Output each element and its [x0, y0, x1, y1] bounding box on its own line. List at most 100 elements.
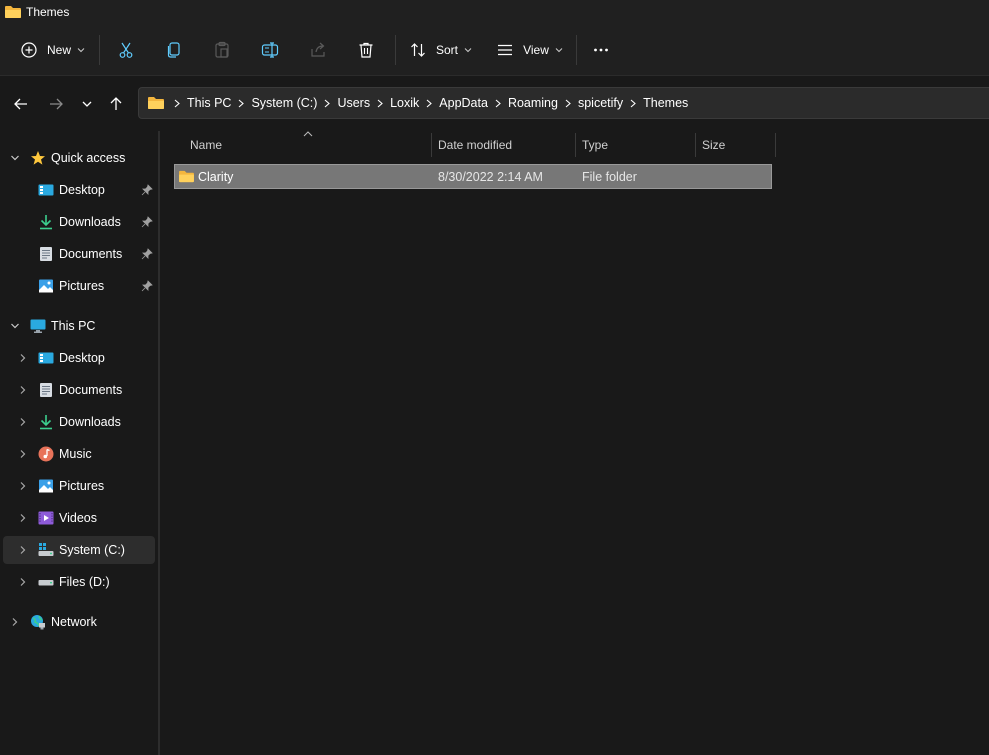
videos-icon [38, 511, 54, 525]
view-label: View [523, 43, 549, 57]
breadcrumb-loxik[interactable]: Loxik [390, 96, 419, 110]
title-bar: Themes [0, 0, 989, 24]
column-header-label: Date modified [438, 138, 513, 152]
chevron-right-icon[interactable] [18, 481, 28, 491]
pin-icon [141, 248, 153, 260]
cut-button[interactable] [110, 32, 142, 68]
toolbar-divider [395, 35, 396, 65]
chevron-right-icon[interactable] [18, 545, 28, 555]
column-divider[interactable] [695, 133, 696, 157]
sidebar-item-quick-desktop[interactable]: Desktop [3, 176, 155, 204]
chevron-right-icon [174, 99, 180, 107]
chevron-down-icon[interactable] [10, 153, 20, 163]
recent-locations-button[interactable] [76, 93, 98, 115]
back-button[interactable] [10, 93, 32, 115]
pictures-icon [39, 479, 53, 493]
sidebar-item-label: This PC [51, 319, 96, 333]
chevron-right-icon[interactable] [10, 617, 20, 627]
sidebar-item-label: Desktop [59, 351, 105, 365]
sidebar-item-network[interactable]: Network [3, 608, 155, 636]
column-divider[interactable] [775, 133, 776, 157]
arrow-left-icon [14, 98, 27, 110]
command-bar: New Sort View [0, 24, 989, 76]
chevron-down-icon[interactable] [10, 321, 20, 331]
pin-icon [141, 216, 153, 228]
chevron-right-icon[interactable] [238, 99, 245, 108]
sidebar-item-pc-music[interactable]: Music [3, 440, 155, 468]
breadcrumb-appdata[interactable]: AppData [439, 96, 488, 110]
cut-icon [116, 40, 136, 60]
sidebar-item-pc-desktop[interactable]: Desktop [3, 344, 155, 372]
breadcrumb-users[interactable]: Users [337, 96, 370, 110]
chevron-right-icon[interactable] [630, 99, 636, 108]
sidebar-item-pc-files-d[interactable]: Files (D:) [3, 568, 155, 596]
downloads-icon [40, 415, 52, 430]
drive-c-icon [38, 543, 54, 556]
folder-icon [5, 6, 21, 18]
chevron-right-icon[interactable] [495, 99, 501, 108]
sidebar-item-this-pc[interactable]: This PC [3, 312, 155, 340]
chevron-right-icon[interactable] [18, 513, 28, 523]
sidebar-item-quick-access[interactable]: Quick access [3, 144, 155, 172]
sidebar-item-label: Pictures [59, 479, 105, 493]
forward-button[interactable] [45, 93, 67, 115]
network-icon [31, 615, 45, 630]
view-icon [495, 40, 515, 60]
folder-icon [179, 170, 194, 183]
column-header-name[interactable]: Name [190, 131, 430, 159]
chevron-right-icon[interactable] [18, 449, 28, 459]
column-header-type[interactable]: Type [582, 131, 694, 159]
breadcrumb-this-pc[interactable]: This PC [187, 96, 231, 110]
copy-icon [164, 40, 184, 60]
delete-button[interactable] [350, 32, 382, 68]
sidebar-item-pc-downloads[interactable]: Downloads [3, 408, 155, 436]
pin-icon [141, 280, 153, 292]
sidebar-item-label: Downloads [59, 215, 121, 229]
sidebar-item-pc-pictures[interactable]: Pictures [3, 472, 155, 500]
column-header-label: Type [582, 138, 609, 152]
sidebar-item-pc-documents[interactable]: Documents [3, 376, 155, 404]
chevron-right-icon[interactable] [426, 99, 433, 108]
navigation-pane: Quick access Desktop Downloads Documents… [0, 131, 158, 755]
sidebar-item-quick-documents[interactable]: Documents [3, 240, 155, 268]
rename-button[interactable] [254, 32, 286, 68]
column-divider[interactable] [575, 133, 576, 157]
address-bar[interactable]: This PC System (C:) Users Loxik AppData … [138, 87, 989, 119]
file-list: Name Date modified Type Size Clarity 8/3… [160, 131, 989, 755]
sidebar-item-quick-downloads[interactable]: Downloads [3, 208, 155, 236]
more-button[interactable] [585, 32, 617, 68]
sort-button[interactable]: Sort [404, 32, 476, 68]
sidebar-item-pc-videos[interactable]: Videos [3, 504, 155, 532]
address-row: This PC System (C:) Users Loxik AppData … [0, 77, 989, 131]
up-button[interactable] [105, 93, 127, 115]
chevron-down-icon [555, 48, 563, 53]
column-header-date-modified[interactable]: Date modified [438, 131, 574, 159]
breadcrumb-themes[interactable]: Themes [643, 96, 688, 110]
chevron-right-icon[interactable] [324, 99, 331, 108]
breadcrumb-system-c[interactable]: System (C:) [251, 96, 317, 110]
column-header-size[interactable]: Size [702, 131, 774, 159]
chevron-right-icon[interactable] [18, 385, 28, 395]
chevron-right-icon[interactable] [565, 99, 571, 108]
paste-button[interactable] [206, 32, 238, 68]
view-button[interactable]: View [492, 32, 566, 68]
share-icon [308, 40, 328, 60]
chevron-right-icon[interactable] [18, 353, 28, 363]
sidebar-item-pc-system-c[interactable]: System (C:) [3, 536, 155, 564]
copy-button[interactable] [158, 32, 190, 68]
file-type: File folder [582, 170, 637, 184]
column-divider[interactable] [431, 133, 432, 157]
new-button[interactable]: New [14, 32, 90, 68]
sidebar-item-label: System (C:) [59, 543, 125, 557]
chevron-right-icon[interactable] [18, 577, 28, 587]
sidebar-item-quick-pictures[interactable]: Pictures [3, 272, 155, 300]
toolbar-divider [576, 35, 577, 65]
chevron-right-icon[interactable] [18, 417, 28, 427]
sidebar-item-label: Network [51, 615, 97, 629]
share-button[interactable] [302, 32, 334, 68]
breadcrumb-roaming[interactable]: Roaming [508, 96, 558, 110]
breadcrumb-spicetify[interactable]: spicetify [578, 96, 623, 110]
table-row[interactable]: Clarity 8/30/2022 2:14 AM File folder [174, 164, 772, 189]
chevron-right-icon[interactable] [377, 99, 383, 108]
column-header-label: Name [190, 138, 223, 152]
